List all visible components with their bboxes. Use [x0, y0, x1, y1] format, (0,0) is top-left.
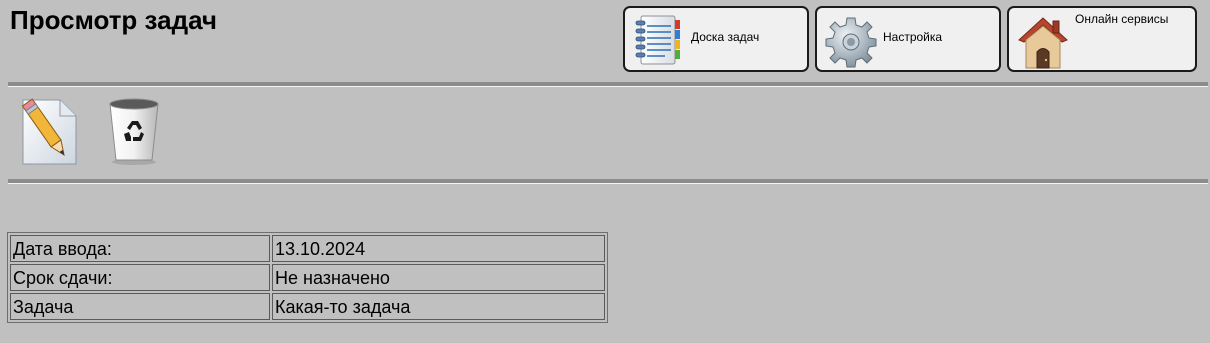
task-board-button[interactable]: Доска задач: [623, 6, 809, 72]
table-row: Задача Какая-то задача: [10, 293, 605, 320]
online-services-label: Онлайн сервисы: [1075, 12, 1169, 26]
task-value: Какая-то задача: [272, 293, 605, 320]
bottom-divider: [8, 179, 1208, 184]
nav-buttons: Доска задач Настройка Онлайн сервисы: [623, 6, 1197, 72]
edit-pencil-icon[interactable]: [18, 96, 80, 166]
notebook-icon: [635, 15, 680, 65]
task-label: Задача: [10, 293, 270, 320]
due-date-value: Не назначено: [272, 264, 605, 291]
house-icon: [1018, 17, 1068, 69]
task-details-table: Дата ввода: 13.10.2024 Срок сдачи: Не на…: [7, 232, 608, 323]
table-row: Срок сдачи: Не назначено: [10, 264, 605, 291]
settings-label: Настройка: [883, 30, 943, 44]
gear-icon: [825, 17, 877, 68]
online-services-button[interactable]: Онлайн сервисы: [1007, 6, 1197, 72]
due-date-label: Срок сдачи:: [10, 264, 270, 291]
trash-bin-icon[interactable]: [104, 96, 164, 166]
entry-date-value: 13.10.2024: [272, 235, 605, 262]
table-row: Дата ввода: 13.10.2024: [10, 235, 605, 262]
task-board-label: Доска задач: [691, 30, 760, 44]
top-divider: [8, 82, 1208, 87]
entry-date-label: Дата ввода:: [10, 235, 270, 262]
page-title: Просмотр задач: [10, 5, 217, 35]
settings-button[interactable]: Настройка: [815, 6, 1001, 72]
